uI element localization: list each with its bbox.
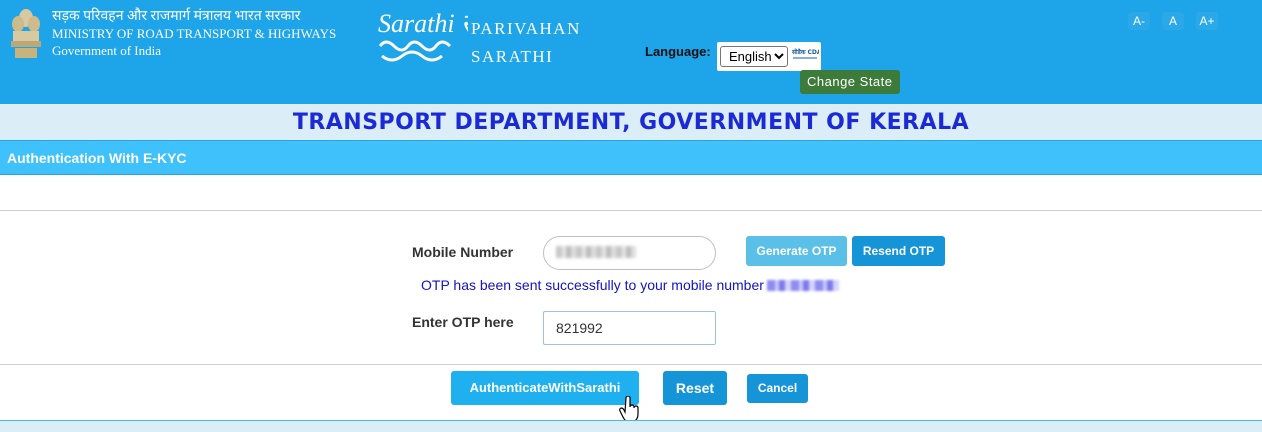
government-of-india: Government of India <box>52 43 162 58</box>
hand-pointer-icon <box>619 396 639 422</box>
sarathi-logo[interactable]: Sarathi सारथी <box>376 6 468 66</box>
cancel-button[interactable]: Cancel <box>747 374 808 403</box>
masked-number-in-message <box>767 280 839 291</box>
reset-button[interactable]: Reset <box>663 371 727 405</box>
section-title: Authentication With E-KYC <box>7 150 187 166</box>
department-title: TRANSPORT DEPARTMENT, GOVERNMENT OF KERA… <box>292 110 970 135</box>
ministry-hindi: सड़क परिवहन और राजमार्ग मंत्रालय भारत सर… <box>52 9 301 24</box>
language-box: English सीडैक CDAC <box>717 42 821 71</box>
cdac-logo-icon: सीडैक CDAC <box>791 48 819 59</box>
divider <box>0 210 1262 211</box>
sarathi-logo-text: Sarathi सारथी <box>378 8 468 38</box>
brand-text: PARIVAHAN SARATHI <box>471 15 581 71</box>
font-increase-button[interactable]: A+ <box>1196 12 1218 30</box>
mobile-number-label: Mobile Number <box>412 244 514 260</box>
site-header: सड़क परिवहन और राजमार्ग मंत्रालय भारत सर… <box>0 0 1262 104</box>
language-label: Language: <box>645 44 711 59</box>
footer-band <box>0 420 1262 432</box>
font-decrease-button[interactable]: A- <box>1128 12 1150 30</box>
resend-otp-button[interactable]: Resend OTP <box>852 236 945 266</box>
masked-mobile-number <box>556 246 636 258</box>
otp-label: Enter OTP here <box>412 314 514 330</box>
department-band: TRANSPORT DEPARTMENT, GOVERNMENT OF KERA… <box>0 104 1262 140</box>
brand-line-sarathi: SARATHI <box>471 47 554 66</box>
otp-input[interactable] <box>543 311 716 345</box>
section-header: Authentication With E-KYC <box>0 140 1262 175</box>
national-emblem-icon <box>7 6 45 60</box>
font-normal-button[interactable]: A <box>1162 12 1184 30</box>
cdac-logo-text: सीडैक CDAC <box>791 48 819 56</box>
language-select[interactable]: English <box>720 46 788 67</box>
otp-status-message: OTP has been sent successfully to your m… <box>421 277 764 293</box>
brand-line-parivahan: PARIVAHAN <box>471 19 581 38</box>
ministry-english: MINISTRY OF ROAD TRANSPORT & HIGHWAYS <box>52 26 337 41</box>
generate-otp-button[interactable]: Generate OTP <box>746 236 847 266</box>
change-state-button[interactable]: Change State <box>800 70 900 94</box>
ministry-block: सड़क परिवहन और राजमार्ग मंत्रालय भारत सर… <box>52 8 336 59</box>
authenticate-with-sarathi-button[interactable]: AuthenticateWithSarathi <box>451 371 639 405</box>
divider <box>0 364 1262 365</box>
